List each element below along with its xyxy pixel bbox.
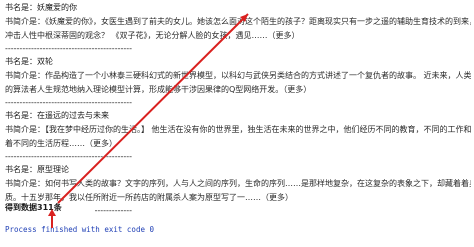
annotation-arrows <box>48 13 249 228</box>
long-arrow-shaft <box>57 13 249 204</box>
short-arrow-head <box>48 209 56 216</box>
